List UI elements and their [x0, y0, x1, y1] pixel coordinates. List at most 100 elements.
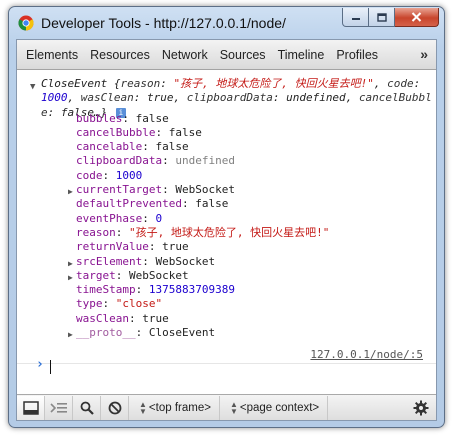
devtools-client: Elements Resources Network Sources Timel…: [16, 39, 437, 421]
property-name: target: [76, 268, 116, 282]
expand-caret-icon[interactable]: ▶: [68, 257, 73, 271]
expand-caret-icon[interactable]: ▶: [68, 328, 73, 342]
property-row: reason: "孩子, 地球太危险了, 快回火星去吧!": [76, 226, 329, 240]
property-separator: :: [115, 268, 129, 282]
property-value: true: [142, 311, 169, 325]
summary-key: code: [387, 77, 414, 90]
summary-key: reason: [120, 77, 161, 90]
frame-select-value: <top frame>: [148, 401, 211, 414]
devtools-window: Developer Tools - http://127.0.0.1/node/…: [8, 6, 445, 428]
window-title: Developer Tools - http://127.0.0.1/node/: [41, 15, 286, 31]
property-value: 1000: [115, 168, 143, 182]
property-row[interactable]: target: WebSocket: [76, 269, 189, 283]
property-row: cancelBubble: false: [76, 126, 202, 140]
close-button[interactable]: [395, 8, 439, 27]
tab-elements[interactable]: Elements: [17, 48, 84, 62]
minimize-button[interactable]: [342, 8, 369, 27]
property-separator: :: [181, 197, 196, 211]
property-row: returnValue: true: [76, 240, 189, 254]
property-name: code: [76, 168, 103, 182]
tab-network[interactable]: Network: [156, 48, 214, 62]
expand-caret-icon[interactable]: ▶: [68, 271, 73, 285]
property-name: defaultPrevented: [76, 197, 182, 211]
summary-value: "孩子, 地球太危险了, 快回火星去吧!": [173, 77, 374, 90]
property-value: CloseEvent: [148, 326, 216, 339]
property-value: false: [155, 140, 189, 154]
property-separator: :: [135, 283, 149, 297]
property-row: wasClean: true: [76, 312, 169, 326]
property-name: srcElement: [76, 254, 143, 268]
tab-timeline[interactable]: Timeline: [272, 48, 331, 62]
property-name: cancelable: [76, 140, 143, 154]
tab-profiles[interactable]: Profiles: [330, 48, 384, 62]
property-separator: :: [142, 211, 156, 225]
property-value: WebSocket: [129, 268, 189, 282]
property-name: cancelBubble: [76, 125, 156, 139]
property-value: false: [135, 111, 169, 125]
close-icon: [411, 12, 422, 22]
property-value: "close": [115, 297, 163, 311]
summary-value: 1000: [41, 91, 68, 105]
property-separator: :: [142, 254, 156, 268]
property-separator: :: [142, 140, 156, 154]
property-separator: :: [162, 183, 176, 196]
dock-icon: [22, 400, 39, 415]
expand-caret-icon[interactable]: ▼: [30, 80, 35, 94]
property-name: __proto__: [76, 326, 136, 339]
clear-console-icon: [108, 401, 121, 414]
minimize-icon: [351, 18, 360, 20]
property-name: eventPhase: [76, 211, 143, 225]
maximize-button[interactable]: [369, 8, 395, 27]
dock-button[interactable]: [17, 395, 45, 420]
console-drawer-icon: [49, 402, 67, 413]
property-row[interactable]: currentTarget: WebSocket: [76, 183, 235, 197]
property-value: WebSocket: [155, 254, 216, 268]
property-name: returnValue: [76, 240, 149, 254]
context-select[interactable]: ▲ ▼ <page context>: [220, 395, 329, 420]
tab-sources[interactable]: Sources: [214, 48, 272, 62]
property-name: clipboardData: [76, 154, 163, 168]
property-row: code: 1000: [76, 169, 142, 183]
clear-console-button[interactable]: [101, 395, 129, 420]
chrome-icon: [18, 15, 34, 31]
tab-resources[interactable]: Resources: [84, 48, 156, 62]
property-row: cancelable: false: [76, 140, 189, 154]
panel-tabs: Elements Resources Network Sources Timel…: [17, 40, 436, 70]
property-row[interactable]: srcElement: WebSocket: [76, 255, 215, 269]
summary-value: undefined: [286, 91, 346, 105]
property-separator: :: [155, 125, 169, 139]
property-value: true: [162, 240, 189, 254]
property-value: undefined: [175, 154, 235, 168]
property-value: "孩子, 地球太危险了, 快回火星去吧!": [129, 225, 330, 239]
prompt-icon: ›: [36, 357, 44, 372]
settings-button[interactable]: [410, 396, 432, 420]
property-value: false: [195, 197, 229, 211]
more-tabs-button[interactable]: »: [420, 46, 428, 62]
title-bar[interactable]: Developer Tools - http://127.0.0.1/node/: [9, 7, 444, 39]
search-button[interactable]: [73, 395, 101, 420]
search-icon: [80, 401, 94, 415]
property-value: 1375883709389: [148, 283, 235, 297]
property-name: bubbles: [76, 111, 123, 125]
property-separator: :: [128, 311, 143, 325]
window-controls: [342, 8, 439, 27]
console-input[interactable]: [50, 360, 51, 374]
property-separator: :: [162, 154, 176, 168]
property-separator: :: [102, 168, 116, 182]
property-value: WebSocket: [175, 183, 235, 196]
console-drawer-button[interactable]: [45, 395, 73, 420]
property-name: reason: [76, 225, 116, 239]
property-separator: :: [122, 111, 136, 125]
source-link[interactable]: 127.0.0.1/node/:5: [310, 348, 423, 362]
property-separator: :: [102, 297, 116, 311]
expand-caret-icon[interactable]: ▶: [68, 185, 73, 199]
summary-key: clipboardData: [186, 91, 273, 105]
property-row: timeStamp: 1375883709389: [76, 283, 235, 297]
property-row: type: "close": [76, 297, 162, 311]
property-name: type: [76, 297, 103, 311]
divider: [17, 363, 436, 364]
frame-select[interactable]: ▲ ▼ <top frame>: [129, 395, 220, 420]
property-separator: :: [135, 326, 149, 339]
property-name: wasClean: [76, 311, 129, 325]
property-row[interactable]: __proto__: CloseEvent: [76, 326, 215, 340]
